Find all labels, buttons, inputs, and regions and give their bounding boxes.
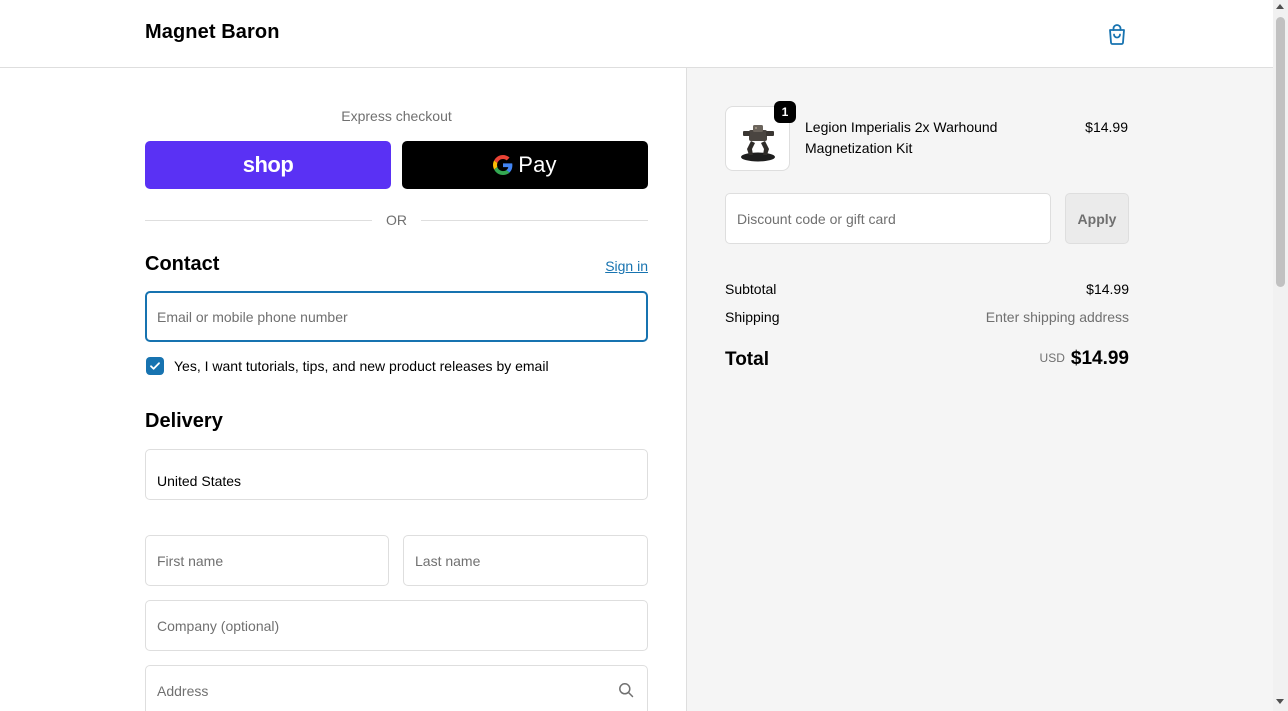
first-name-field[interactable]: First name [145, 535, 389, 586]
express-checkout-label: Express checkout [341, 108, 452, 124]
country-value: United States [157, 473, 242, 489]
page-scrollbar[interactable] [1273, 0, 1288, 711]
shopping-bag-icon[interactable] [1105, 22, 1129, 46]
first-name-placeholder: First name [157, 552, 224, 569]
marketing-checkbox[interactable] [146, 357, 164, 375]
checkmark-icon [150, 362, 160, 370]
discount-code-field[interactable]: Discount code or gift card [725, 193, 1051, 244]
contact-heading: Contact [145, 253, 220, 275]
shop-pay-button[interactable]: shop [145, 141, 391, 189]
total-value: $14.99 [1070, 348, 1129, 369]
marketing-checkbox-label[interactable]: Yes, I want tutorials, tips, and new pro… [174, 358, 549, 374]
total-label: Total [725, 349, 769, 370]
apply-discount-button[interactable]: Apply [1065, 193, 1129, 244]
subtotal-value: $14.99 [1086, 281, 1129, 297]
search-icon [619, 683, 634, 698]
delivery-heading: Delivery [145, 410, 223, 432]
email-placeholder: Email or mobile phone number [157, 308, 348, 325]
store-brand[interactable]: Magnet Baron [145, 21, 280, 44]
google-g-icon [493, 155, 513, 175]
or-separator: OR [145, 211, 648, 229]
company-placeholder: Company (optional) [157, 617, 280, 634]
google-pay-label: Pay [518, 152, 557, 177]
discount-placeholder: Discount code or gift card [737, 210, 896, 227]
company-field[interactable]: Company (optional) [145, 600, 648, 651]
sign-in-link[interactable]: Sign in [560, 258, 648, 274]
country-select[interactable]: United States [145, 449, 648, 500]
shipping-value: Enter shipping address [985, 309, 1129, 325]
product-price: $14.99 [1085, 119, 1128, 135]
or-label: OR [386, 212, 407, 228]
page-header: Magnet Baron [0, 0, 1273, 68]
total-amount: USD $14.99 [929, 348, 1129, 370]
last-name-placeholder: Last name [415, 552, 481, 569]
email-field[interactable]: Email or mobile phone number [145, 291, 648, 342]
shop-pay-label: shop [242, 152, 294, 177]
scroll-up-arrow-icon[interactable] [1276, 4, 1284, 9]
google-pay-button[interactable]: Pay [402, 141, 648, 189]
address-placeholder: Address [157, 682, 209, 699]
or-line-left [145, 219, 372, 221]
or-line-right [421, 219, 648, 221]
subtotal-label: Subtotal [725, 281, 777, 297]
currency-code: USD [1039, 351, 1065, 365]
shipping-label: Shipping [725, 309, 780, 325]
address-field[interactable]: Address [145, 665, 648, 711]
scroll-down-arrow-icon[interactable] [1276, 699, 1284, 704]
last-name-field[interactable]: Last name [403, 535, 648, 586]
product-name: Legion Imperialis 2x Warhound Magnetizat… [805, 119, 998, 156]
quantity-badge: 1 [774, 101, 796, 123]
scrollbar-thumb[interactable] [1276, 17, 1285, 287]
